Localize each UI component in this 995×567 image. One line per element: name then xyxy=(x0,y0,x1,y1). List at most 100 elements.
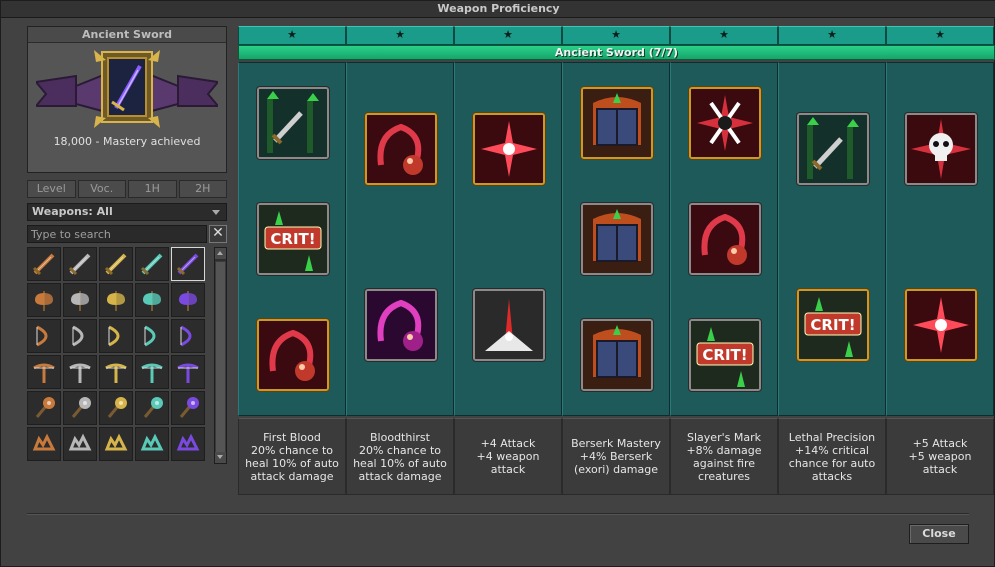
weapon-slot[interactable] xyxy=(63,319,97,353)
weapon-slot[interactable] xyxy=(63,355,97,389)
weapon-slot[interactable] xyxy=(135,319,169,353)
crossbow-icon xyxy=(177,363,199,383)
weapon-slot[interactable] xyxy=(171,391,205,425)
fist-icon xyxy=(104,433,128,451)
crit-icon: CRIT! xyxy=(259,205,327,273)
tab-two-handed[interactable]: 2H xyxy=(178,180,227,198)
perk-description: Lethal Precision +14% critical chance fo… xyxy=(778,418,886,495)
bow-icon xyxy=(108,325,120,347)
weapon-slot[interactable] xyxy=(63,427,97,461)
perk-slot[interactable] xyxy=(581,203,653,275)
sword-attack-icon xyxy=(259,89,327,157)
weapon-slot[interactable] xyxy=(135,355,169,389)
perk-slot[interactable]: CRIT! xyxy=(797,289,869,361)
star-icon: ★ xyxy=(454,26,562,45)
perk-description: Berserk Mastery +4% Berserk (exori) dama… xyxy=(562,418,670,495)
perk-column: CRIT! xyxy=(238,62,346,416)
perk-slot[interactable] xyxy=(689,87,761,159)
tab-vocation[interactable]: Voc. xyxy=(77,180,126,198)
weapon-slot[interactable] xyxy=(135,427,169,461)
weapon-slot[interactable] xyxy=(27,427,61,461)
fist-icon xyxy=(140,433,164,451)
scroll-down-button[interactable] xyxy=(215,452,226,463)
perk-slot[interactable] xyxy=(581,319,653,391)
weapon-slot[interactable] xyxy=(171,247,205,281)
close-button[interactable]: Close xyxy=(909,524,969,544)
sword-icon xyxy=(32,253,55,276)
perk-slot[interactable] xyxy=(905,113,977,185)
weapon-slot[interactable] xyxy=(99,427,133,461)
weapons-dropdown[interactable]: Weapons: All xyxy=(27,203,227,221)
perk-column xyxy=(346,62,454,416)
perk-slot[interactable] xyxy=(581,87,653,159)
perk-description: +4 Attack +4 weapon attack xyxy=(454,418,562,495)
perk-description: First Blood 20% chance to heal 10% of au… xyxy=(238,418,346,495)
weapon-slot[interactable] xyxy=(99,355,133,389)
fist-icon xyxy=(32,433,56,451)
perk-slot[interactable] xyxy=(365,289,437,361)
weapon-proficiency-window: Weapon Proficiency Ancient Sword 18,000 … xyxy=(0,0,995,567)
berserk-book-icon xyxy=(583,205,651,273)
clear-search-button[interactable]: ✕ xyxy=(209,225,227,243)
weapon-slot[interactable] xyxy=(63,391,97,425)
weapon-slot[interactable] xyxy=(27,319,61,353)
weapon-slot[interactable] xyxy=(171,283,205,317)
scroll-thumb[interactable] xyxy=(215,261,226,456)
perk-descriptions: First Blood 20% chance to heal 10% of au… xyxy=(238,418,995,495)
weapon-slot[interactable] xyxy=(63,247,97,281)
sword-icon xyxy=(68,253,91,276)
weapon-slot[interactable] xyxy=(171,427,205,461)
sword-icon xyxy=(140,253,163,276)
close-icon: ✕ xyxy=(212,225,224,241)
perk-slot[interactable] xyxy=(473,289,545,361)
weapon-slot[interactable] xyxy=(99,283,133,317)
perk-description: +5 Attack +5 weapon attack xyxy=(886,418,994,495)
weapon-slot[interactable] xyxy=(171,319,205,353)
axe-icon xyxy=(179,291,197,311)
weapon-slot[interactable] xyxy=(135,247,169,281)
perk-slot[interactable] xyxy=(689,203,761,275)
perk-description: Bloodthirst 20% chance to heal 10% of au… xyxy=(346,418,454,495)
weapons-dropdown-value: Weapons: All xyxy=(32,205,113,218)
weapon-slot[interactable] xyxy=(63,283,97,317)
star-icon: ★ xyxy=(562,26,670,45)
weapon-emblem-icon xyxy=(36,50,218,128)
scroll-up-button[interactable] xyxy=(215,248,226,259)
sword-icon xyxy=(176,253,199,276)
perk-slot[interactable] xyxy=(257,87,329,159)
search-input[interactable] xyxy=(27,225,207,243)
weapon-slot[interactable] xyxy=(99,247,133,281)
crossbow-icon xyxy=(105,363,127,383)
weapon-slot[interactable] xyxy=(27,283,61,317)
weapon-slot[interactable] xyxy=(99,391,133,425)
perk-slot[interactable]: CRIT! xyxy=(689,319,761,391)
weapon-slot[interactable] xyxy=(135,391,169,425)
weapon-slot[interactable] xyxy=(27,391,61,425)
perk-column xyxy=(886,62,994,416)
perk-slot[interactable] xyxy=(905,289,977,361)
mace-icon xyxy=(107,397,127,418)
perk-slot[interactable]: CRIT! xyxy=(257,203,329,275)
tab-level[interactable]: Level xyxy=(27,180,76,198)
tab-one-handed[interactable]: 1H xyxy=(128,180,177,198)
perk-description: Slayer's Mark +8% damage against fire cr… xyxy=(670,418,778,495)
axe-icon xyxy=(107,291,125,311)
weapon-list xyxy=(27,247,211,465)
perk-slot[interactable] xyxy=(797,113,869,185)
weapon-slot[interactable] xyxy=(27,247,61,281)
weapon-list-scrollbar[interactable] xyxy=(214,247,227,464)
perk-slot[interactable] xyxy=(365,113,437,185)
crit-icon: CRIT! xyxy=(799,291,867,359)
weapon-slot[interactable] xyxy=(99,319,133,353)
axe-icon xyxy=(143,291,161,311)
axe-icon xyxy=(71,291,89,311)
weapon-slot[interactable] xyxy=(171,355,205,389)
window-title: Weapon Proficiency xyxy=(1,1,995,18)
berserk-book-icon xyxy=(583,321,651,389)
weapon-name: Ancient Sword xyxy=(28,27,226,43)
weapon-slot[interactable] xyxy=(135,283,169,317)
weapon-slot[interactable] xyxy=(27,355,61,389)
perk-slot[interactable] xyxy=(473,113,545,185)
skull-burst-icon xyxy=(907,115,975,183)
perk-slot[interactable] xyxy=(257,319,329,391)
